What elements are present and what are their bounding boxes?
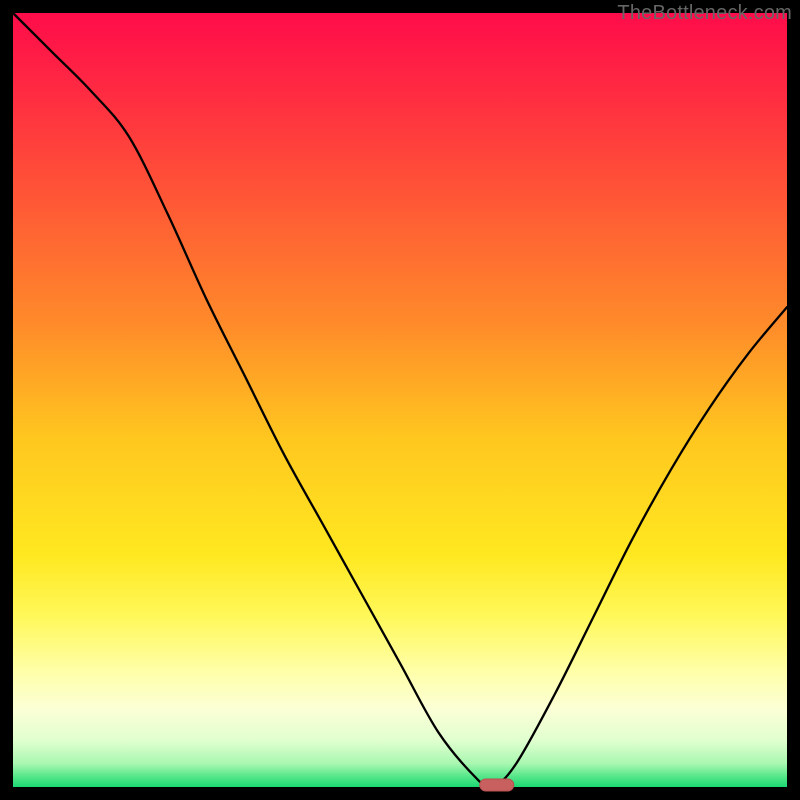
gradient-background xyxy=(13,13,787,787)
bottleneck-chart xyxy=(0,0,800,800)
optimal-marker xyxy=(480,779,514,791)
chart-frame: TheBottleneck.com xyxy=(0,0,800,800)
watermark-text: TheBottleneck.com xyxy=(617,2,792,25)
